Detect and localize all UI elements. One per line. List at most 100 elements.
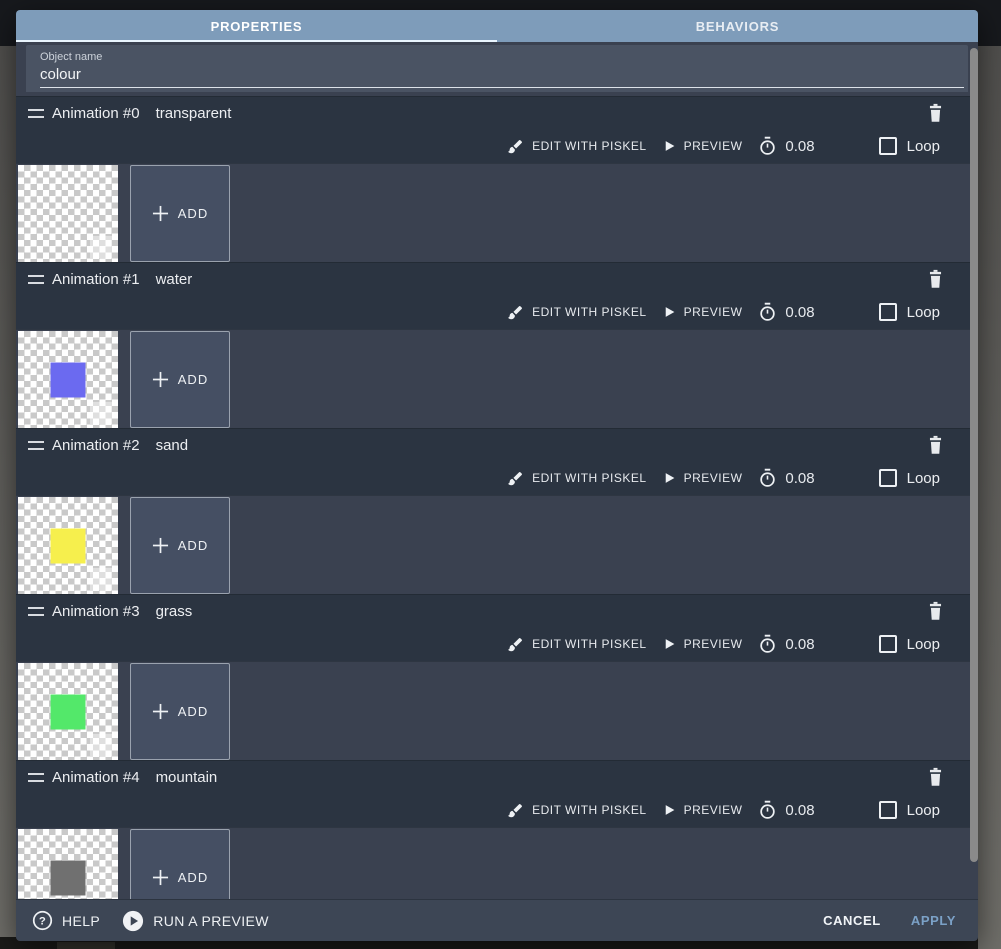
object-name-field[interactable]: Object name colour [26, 45, 968, 92]
scrollbar-thumb[interactable] [970, 48, 978, 862]
frame-thumbnail[interactable] [18, 165, 118, 262]
loop-checkbox[interactable] [878, 137, 897, 155]
play-icon [663, 637, 676, 651]
help-button-label: HELP [62, 912, 101, 929]
drag-handle-icon[interactable] [28, 275, 44, 284]
edit-with-piskel-label: EDIT WITH PISKEL [532, 637, 647, 651]
delete-animation-button[interactable] [926, 102, 945, 124]
loop-toggle[interactable]: Loop [878, 635, 940, 653]
loop-checkbox[interactable] [878, 469, 897, 487]
animation-controls: EDIT WITH PISKEL PREVIEW 0.08 Loop [507, 136, 940, 156]
brush-icon [507, 470, 524, 487]
edit-with-piskel-label: EDIT WITH PISKEL [532, 471, 647, 485]
animation-frames-row: ADD [16, 329, 978, 428]
time-between-frames-button[interactable]: 0.08 [758, 634, 815, 654]
add-frame-button[interactable]: ADD [130, 829, 230, 899]
cancel-button[interactable]: CANCEL [823, 913, 881, 928]
delete-animation-button[interactable] [926, 434, 945, 456]
animation-name-input[interactable]: grass [156, 603, 193, 620]
loop-checkbox[interactable] [878, 303, 897, 321]
delete-animation-button[interactable] [926, 268, 945, 290]
drag-handle-icon[interactable] [28, 607, 44, 616]
loop-label: Loop [906, 303, 940, 321]
loop-toggle[interactable]: Loop [878, 303, 940, 321]
brush-icon [507, 304, 524, 321]
apply-button[interactable]: APPLY [911, 913, 956, 928]
delete-animation-button[interactable] [926, 600, 945, 622]
time-between-frames-value: 0.08 [785, 635, 815, 653]
loop-checkbox[interactable] [878, 801, 897, 819]
add-frame-button[interactable]: ADD [130, 331, 230, 428]
time-between-frames-value: 0.08 [785, 137, 815, 155]
edit-with-piskel-label: EDIT WITH PISKEL [532, 139, 647, 153]
preview-animation-button[interactable]: PREVIEW [663, 471, 743, 485]
frame-color-square [50, 694, 86, 729]
dialog-tabbar: PROPERTIES BEHAVIORS [16, 10, 978, 42]
add-frame-button[interactable]: ADD [130, 165, 230, 262]
time-between-frames-button[interactable]: 0.08 [758, 302, 815, 322]
frame-thumbnail[interactable] [18, 829, 118, 899]
loop-toggle[interactable]: Loop [878, 469, 940, 487]
preview-animation-button[interactable]: PREVIEW [663, 803, 743, 817]
delete-animation-button[interactable] [926, 766, 945, 788]
run-a-preview-label: RUN A PREVIEW [153, 912, 269, 929]
preview-label: PREVIEW [683, 637, 743, 651]
animation-name-input[interactable]: transparent [156, 105, 232, 122]
animation-title: Animation #4 [52, 769, 140, 786]
brush-icon [507, 138, 524, 155]
frame-thumbnail[interactable] [18, 663, 118, 760]
trash-icon [926, 434, 945, 456]
trash-icon [926, 600, 945, 622]
add-frame-button[interactable]: ADD [130, 663, 230, 760]
edit-with-piskel-button[interactable]: EDIT WITH PISKEL [507, 636, 646, 653]
animation-title-row: Animation #3 grass [28, 603, 192, 620]
backdrop-bottom-chip [57, 942, 115, 949]
edit-with-piskel-button[interactable]: EDIT WITH PISKEL [507, 470, 646, 487]
animation-header: Animation #3 grass EDIT WITH PISKEL PREV… [16, 594, 978, 661]
preview-animation-button[interactable]: PREVIEW [663, 139, 743, 153]
object-name-input[interactable]: colour [40, 63, 964, 88]
play-icon [663, 305, 676, 319]
stopwatch-icon [758, 302, 777, 322]
time-between-frames-button[interactable]: 0.08 [758, 468, 815, 488]
footer-actions: CANCEL APPLY [823, 913, 956, 928]
preview-label: PREVIEW [683, 803, 743, 817]
animation-title: Animation #1 [52, 271, 140, 288]
animation-section: Animation #0 transparent EDIT WITH PISKE… [16, 96, 978, 262]
loop-toggle[interactable]: Loop [878, 801, 940, 819]
drag-handle-icon[interactable] [28, 109, 44, 118]
time-between-frames-button[interactable]: 0.08 [758, 800, 815, 820]
animation-title: Animation #2 [52, 437, 140, 454]
frame-thumbnail[interactable] [18, 497, 118, 594]
svg-text:?: ? [39, 915, 46, 927]
help-button[interactable]: ? HELP [32, 910, 100, 931]
preview-label: PREVIEW [683, 305, 743, 319]
frame-thumbnail[interactable] [18, 331, 118, 428]
preview-animation-button[interactable]: PREVIEW [663, 637, 743, 651]
loop-toggle[interactable]: Loop [878, 137, 940, 155]
add-frame-button[interactable]: ADD [130, 497, 230, 594]
time-between-frames-button[interactable]: 0.08 [758, 136, 815, 156]
preview-label: PREVIEW [683, 139, 743, 153]
run-a-preview-button[interactable]: RUN A PREVIEW [122, 910, 269, 932]
animation-title: Animation #3 [52, 603, 140, 620]
tab-behaviors-label: BEHAVIORS [695, 18, 780, 34]
drag-handle-icon[interactable] [28, 773, 44, 782]
edit-with-piskel-button[interactable]: EDIT WITH PISKEL [507, 304, 646, 321]
animation-title-row: Animation #0 transparent [28, 105, 231, 122]
animation-section: Animation #2 sand EDIT WITH PISKEL PREVI… [16, 428, 978, 594]
animation-name-input[interactable]: sand [156, 437, 189, 454]
loop-checkbox[interactable] [878, 635, 897, 653]
trash-icon [926, 766, 945, 788]
preview-animation-button[interactable]: PREVIEW [663, 305, 743, 319]
animation-name-input[interactable]: mountain [156, 769, 218, 786]
animation-frames-row: ADD [16, 495, 978, 594]
edit-with-piskel-label: EDIT WITH PISKEL [532, 305, 647, 319]
tab-behaviors[interactable]: BEHAVIORS [497, 10, 978, 42]
edit-with-piskel-button[interactable]: EDIT WITH PISKEL [507, 138, 646, 155]
animation-section: Animation #1 water EDIT WITH PISKEL PREV… [16, 262, 978, 428]
tab-properties[interactable]: PROPERTIES [16, 10, 497, 42]
edit-with-piskel-button[interactable]: EDIT WITH PISKEL [507, 802, 646, 819]
animation-name-input[interactable]: water [156, 271, 193, 288]
drag-handle-icon[interactable] [28, 441, 44, 450]
